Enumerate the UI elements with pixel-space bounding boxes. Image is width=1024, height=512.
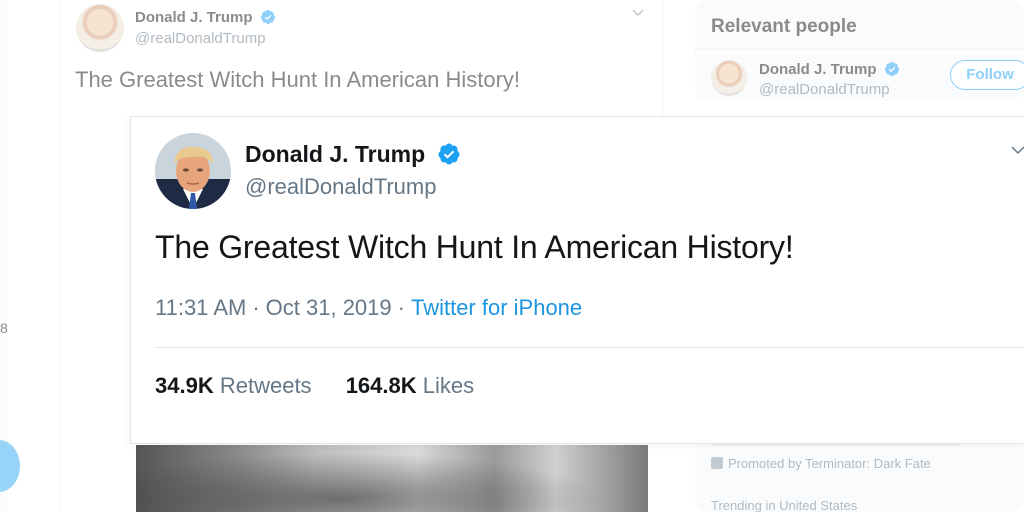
person-name-text: Donald J. Trump	[759, 61, 877, 78]
avatar[interactable]	[155, 133, 231, 209]
news-photo	[136, 445, 648, 512]
tweet-source-link[interactable]: Twitter for iPhone	[411, 295, 582, 320]
author-name[interactable]: Donald J. Trump	[245, 141, 461, 168]
retweets-count: 34.9K	[155, 373, 214, 398]
person-name[interactable]: Donald J. Trump	[759, 61, 900, 78]
chevron-down-icon[interactable]	[1011, 143, 1024, 157]
separator: ·	[397, 295, 405, 320]
author-handle[interactable]: @realDonaldTrump	[135, 30, 266, 47]
author-name-text: Donald J. Trump	[245, 141, 426, 167]
trending-location[interactable]: Trending in United States	[711, 498, 857, 512]
left-nav-edge	[0, 0, 8, 512]
left-nav-fragment: 8	[0, 320, 8, 336]
author-handle[interactable]: @realDonaldTrump	[245, 174, 436, 200]
promoted-icon	[711, 457, 723, 469]
author-name[interactable]: Donald J. Trump	[135, 9, 276, 26]
tweet-text: The Greatest Witch Hunt In American Hist…	[75, 67, 521, 92]
divider	[695, 48, 1024, 49]
timeline-border-right	[662, 0, 663, 120]
tweet-stats: 34.9K Retweets 164.8K Likes	[155, 373, 502, 399]
likes-count: 164.8K	[345, 373, 417, 398]
relevant-people-panel: Relevant people Donald J. Trump @realDon…	[695, 0, 1024, 100]
background-tweet[interactable]: Donald J. Trump @realDonaldTrump The Gre…	[60, 0, 662, 96]
tweet-card[interactable]: Donald J. Trump @realDonaldTrump The Gre…	[130, 116, 1024, 444]
relevant-people-title: Relevant people	[711, 16, 857, 37]
divider	[155, 347, 1024, 348]
likes-stat[interactable]: 164.8K Likes	[346, 373, 474, 399]
photo-shading	[136, 445, 648, 512]
promoted-label: Promoted by Terminator: Dark Fate	[728, 456, 931, 471]
tweet-date[interactable]: Oct 31, 2019	[266, 295, 392, 320]
retweets-label: Retweets	[219, 373, 312, 398]
author-name-text: Donald J. Trump	[135, 9, 253, 26]
avatar-portrait	[155, 133, 231, 209]
follow-button[interactable]: Follow	[950, 60, 1024, 90]
verified-badge-icon	[260, 10, 275, 24]
tweet-text: The Greatest Witch Hunt In American Hist…	[155, 229, 794, 265]
retweets-stat[interactable]: 34.9K Retweets	[155, 373, 312, 399]
tweet-meta: 11:31 AM · Oct 31, 2019 · Twitter for iPhone	[155, 295, 582, 321]
compose-button-fragment[interactable]	[0, 440, 20, 492]
avatar[interactable]	[76, 4, 124, 52]
person-handle[interactable]: @realDonaldTrump	[759, 81, 890, 98]
separator: ·	[252, 295, 260, 320]
likes-label: Likes	[422, 373, 475, 398]
tweet-time[interactable]: 11:31 AM	[155, 295, 246, 320]
screenshot-stage: 8 Donald J. Trump @realDonaldTrump The G…	[0, 0, 1024, 512]
verified-badge-icon	[884, 62, 899, 76]
chevron-down-icon[interactable]	[632, 6, 644, 18]
promoted-trend[interactable]: Promoted by Terminator: Dark Fate	[711, 456, 931, 471]
avatar[interactable]	[711, 60, 747, 96]
verified-badge-icon	[438, 143, 460, 165]
